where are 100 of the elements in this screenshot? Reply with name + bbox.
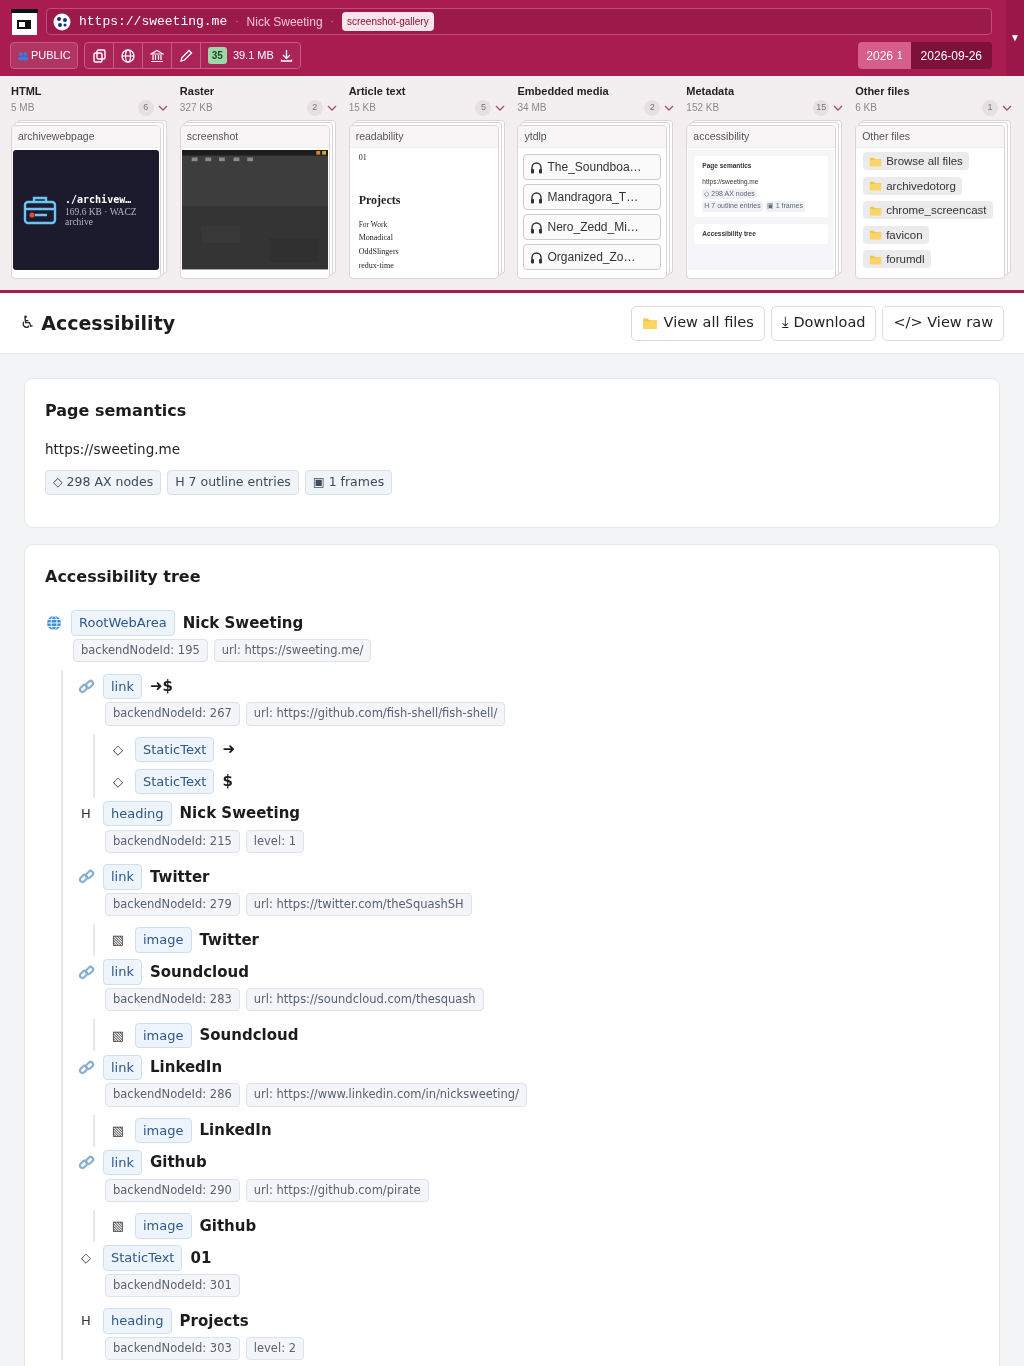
accessibility-icon: ♿: [20, 310, 36, 336]
logo-icon: [11, 9, 38, 35]
role-badge: image: [135, 1117, 192, 1144]
globe-icon: [120, 48, 135, 63]
media-item[interactable]: Nero_Zedd_Mi…: [523, 214, 662, 241]
folder-chip[interactable]: Browse all files: [863, 152, 969, 171]
toolbar-button[interactable]: View all files: [630, 305, 765, 341]
folder-chip[interactable]: forumdl: [863, 250, 931, 269]
chevron-icon[interactable]: [1002, 103, 1012, 112]
article-link[interactable]: redux-time: [358, 258, 489, 270]
year-button[interactable]: 2026 1: [858, 42, 911, 69]
category-size: 6 KB: [855, 101, 877, 115]
semantics-url: https://sweeting.me: [45, 440, 181, 459]
category-title: Embedded media: [517, 84, 610, 99]
category-size: 34 MB: [517, 101, 547, 115]
folder-name: forumdl: [886, 252, 925, 268]
chevron-icon[interactable]: [664, 103, 675, 112]
role-badge: link: [103, 1149, 142, 1176]
tag: screenshot-gallery: [341, 12, 434, 31]
category-title: Article text: [348, 84, 407, 99]
chevron-icon[interactable]: [157, 103, 168, 112]
property-chip: url: https://twitter.com/theSquashSH: [245, 892, 472, 916]
node-name: Twitter: [150, 866, 210, 888]
property-chip: backendNodeId: 301: [105, 1273, 240, 1297]
folder-icon: [869, 179, 883, 193]
node-name: Github: [150, 1152, 207, 1174]
card-title: screenshot: [180, 125, 329, 149]
property-chip: backendNodeId: 279: [105, 892, 240, 916]
toolbar-button[interactable]: ⤓ Download: [770, 305, 877, 341]
category-size: 327 KB: [179, 101, 213, 115]
node-icon: ◇: [81, 1248, 91, 1268]
media-name: Mandragora_T…: [547, 189, 639, 207]
article-link[interactable]: OddSlingers: [358, 244, 489, 259]
property-chip: url: https://sweeting.me/: [213, 639, 372, 663]
link-icon: [77, 677, 95, 695]
pencil-icon: [178, 48, 193, 63]
node-name: ➜$: [150, 676, 173, 697]
archive-box-icon: [23, 194, 57, 225]
folder-chip[interactable]: archivedotorg: [863, 176, 962, 195]
category-title: HTML: [11, 84, 43, 99]
role-badge: image: [135, 1022, 192, 1048]
node-name: LinkedIn: [199, 1120, 272, 1142]
year-count: 1: [897, 49, 903, 63]
role-badge: heading: [103, 1308, 172, 1334]
category-size: 152 KB: [686, 101, 720, 115]
property-chip: backendNodeId: 290: [105, 1178, 240, 1202]
separator: ·: [330, 15, 334, 29]
visibility-button[interactable]: PUBLIC: [10, 42, 78, 69]
category-size: 15 KB: [348, 101, 376, 115]
role-badge: link: [103, 959, 142, 985]
toolbar-button[interactable]: </> View raw: [882, 305, 1004, 341]
folder-icon: [869, 228, 883, 242]
media-item[interactable]: Organized_Zo…: [523, 244, 662, 270]
folder-name: Browse all files: [886, 154, 963, 170]
node-icon: ◇: [113, 771, 123, 792]
folder-name: chrome_screencast: [886, 203, 987, 219]
folder-chip[interactable]: favicon: [863, 225, 929, 244]
media-item[interactable]: The_Soundboa…: [523, 154, 662, 181]
node-name: Github: [199, 1215, 257, 1237]
node-name: Nick Sweeting: [179, 803, 301, 825]
folder-name: favicon: [886, 227, 923, 243]
card-title: Page semantics: [45, 400, 188, 422]
file-name: ./archivew…: [65, 192, 133, 207]
node-name: $: [222, 771, 233, 793]
card-title: Accessibility tree: [45, 566, 202, 588]
count-badge: 35: [207, 47, 227, 64]
article-heading: Projects: [358, 192, 402, 210]
node-name: ➜: [222, 739, 236, 761]
category-title: Other files: [855, 84, 911, 99]
role-badge: StaticText: [135, 768, 215, 795]
count-badge: 6: [137, 99, 154, 116]
node-icon: H: [81, 803, 91, 824]
property-chip: url: https://github.com/pirate: [245, 1178, 429, 1202]
node-name: Projects: [179, 1310, 249, 1332]
url-bar[interactable]: https://sweeting.me · Nick Sweeting · screenshot-gallery: [46, 8, 992, 35]
separator: ·: [235, 15, 239, 29]
file-type: archive: [65, 217, 94, 228]
role-badge: heading: [103, 800, 172, 827]
role-badge: link: [103, 673, 142, 699]
menu-toggle[interactable]: ▼: [1006, 0, 1024, 76]
chevron-icon[interactable]: [326, 103, 337, 112]
folder-chip[interactable]: chrome_screencast: [863, 201, 993, 220]
media-item[interactable]: Mandragora_T…: [523, 184, 662, 211]
date-button[interactable]: 2026-09-26: [910, 42, 992, 69]
node-name: Twitter: [199, 929, 259, 951]
count-badge: 1: [982, 99, 998, 116]
chevron-icon[interactable]: [833, 103, 844, 112]
headphones-icon: [530, 250, 544, 264]
category-title: Raster: [179, 84, 216, 99]
property-chip: level: 2: [245, 1337, 304, 1361]
node-icon: ▧: [111, 1025, 125, 1045]
role-badge: StaticText: [103, 1245, 183, 1271]
article-link[interactable]: Monadical: [358, 230, 489, 245]
people-icon: [17, 50, 29, 61]
node-name: Soundcloud: [199, 1025, 299, 1046]
chevron-icon[interactable]: [495, 103, 506, 112]
property-chip: backendNodeId: 286: [105, 1083, 240, 1107]
stat-chip: ◇ 298 AX nodes: [45, 470, 162, 495]
property-chip: backendNodeId: 195: [73, 639, 208, 663]
file-meta: 169.6 KB · WACZ: [65, 206, 137, 218]
